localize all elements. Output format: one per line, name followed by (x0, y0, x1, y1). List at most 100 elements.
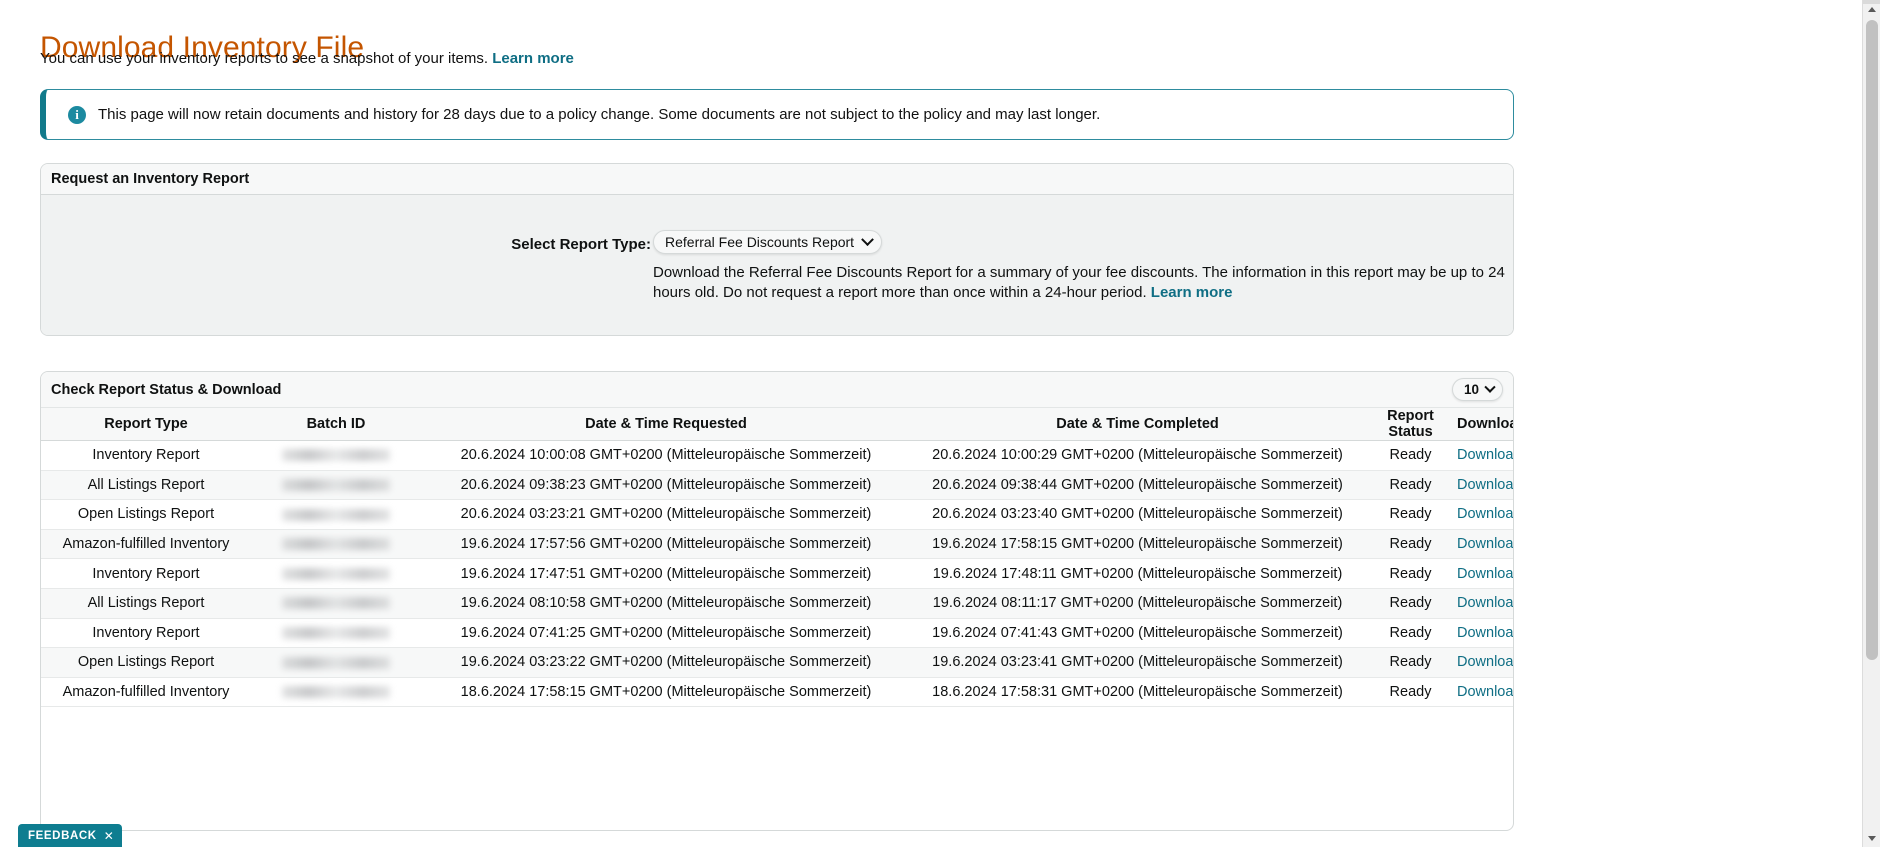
cell-download: Download (1457, 647, 1513, 678)
cell-report-type: All Listings Report (41, 470, 251, 501)
policy-info-banner: i This page will now retain documents an… (40, 89, 1514, 140)
cell-report-status: Ready (1364, 647, 1457, 678)
cell-date-completed: 19.6.2024 03:23:41 GMT+0200 (Mitteleurop… (911, 647, 1364, 678)
cell-date-completed: 19.6.2024 07:41:43 GMT+0200 (Mitteleurop… (911, 618, 1364, 649)
column-header-date-requested[interactable]: Date & Time Requested (421, 407, 911, 441)
download-link[interactable]: Download (1457, 477, 1513, 493)
column-header-download[interactable]: Download (1457, 407, 1513, 441)
table-row: Open Listings Report 19.6.2024 03:23:22 G… (41, 647, 1513, 678)
cell-batch-id (251, 588, 421, 619)
feedback-label: FEEDBACK (28, 829, 97, 842)
cell-date-requested: 19.6.2024 17:57:56 GMT+0200 (Mitteleurop… (421, 529, 911, 560)
cell-date-requested: 20.6.2024 10:00:08 GMT+0200 (Mitteleurop… (421, 440, 911, 471)
table-body: Inventory Report 20.6.2024 10:00:08 GMT+0… (41, 440, 1513, 708)
table-panel-header: Check Report Status & Download 10 (41, 372, 1513, 407)
cell-report-status: Ready (1364, 588, 1457, 619)
cell-download: Download (1457, 588, 1513, 619)
report-status-table: Report Type Batch ID Date & Time Request… (41, 407, 1513, 708)
cell-batch-id (251, 470, 421, 501)
page-scrollbar[interactable] (1862, 0, 1880, 847)
download-link[interactable]: Download (1457, 536, 1513, 552)
batch-id-redacted (282, 627, 390, 640)
batch-id-redacted (282, 656, 390, 669)
scroll-up-arrow-icon[interactable] (1863, 0, 1880, 18)
table-row: Amazon-fulfilled Inventory 19.6.2024 17:5… (41, 529, 1513, 560)
cell-report-type: Amazon-fulfilled Inventory (41, 677, 251, 708)
scrollbar-thumb[interactable] (1866, 20, 1878, 660)
cell-date-requested: 19.6.2024 08:10:58 GMT+0200 (Mitteleurop… (421, 588, 911, 619)
cell-date-requested: 19.6.2024 17:47:51 GMT+0200 (Mitteleurop… (421, 558, 911, 589)
request-inventory-report-panel: Request an Inventory Report Select Repor… (40, 163, 1514, 336)
cell-report-type: All Listings Report (41, 588, 251, 619)
cell-date-requested: 20.6.2024 03:23:21 GMT+0200 (Mitteleurop… (421, 499, 911, 530)
cell-download: Download (1457, 677, 1513, 708)
cell-date-completed: 20.6.2024 10:00:29 GMT+0200 (Mitteleurop… (911, 440, 1364, 471)
cell-report-type: Amazon-fulfilled Inventory (41, 529, 251, 560)
report-type-select[interactable]: Referral Fee Discounts Report (653, 230, 883, 254)
cell-report-status: Ready (1364, 440, 1457, 471)
cell-report-type: Inventory Report (41, 558, 251, 589)
policy-info-banner-text: This page will now retain documents and … (98, 106, 1101, 123)
cell-report-type: Inventory Report (41, 440, 251, 471)
download-link[interactable]: Download (1457, 506, 1513, 522)
page-content: Download Inventory File You can use your… (0, 0, 1862, 847)
cell-batch-id (251, 499, 421, 530)
cell-report-status: Ready (1364, 677, 1457, 708)
feedback-tab[interactable]: FEEDBACK ✕ (18, 824, 123, 847)
cell-batch-id (251, 558, 421, 589)
cell-batch-id (251, 677, 421, 708)
download-link[interactable]: Download (1457, 654, 1513, 670)
cell-batch-id (251, 618, 421, 649)
chevron-down-icon (861, 232, 874, 246)
request-panel-body: Select Report Type: Referral Fee Discoun… (41, 195, 1513, 335)
download-link[interactable]: Download (1457, 625, 1513, 641)
cell-report-status: Ready (1364, 529, 1457, 560)
cell-date-completed: 18.6.2024 17:58:31 GMT+0200 (Mitteleurop… (911, 677, 1364, 708)
cell-date-completed: 19.6.2024 17:48:11 GMT+0200 (Mitteleurop… (911, 558, 1364, 589)
column-header-report-type[interactable]: Report Type (41, 407, 251, 441)
table-panel-title: Check Report Status & Download (51, 381, 282, 398)
download-link[interactable]: Download (1457, 566, 1513, 582)
batch-id-redacted (282, 538, 390, 551)
learn-more-link-header[interactable]: Learn more (492, 50, 574, 67)
column-header-report-status[interactable]: Report Status (1364, 407, 1457, 441)
cell-date-completed: 20.6.2024 09:38:44 GMT+0200 (Mitteleurop… (911, 470, 1364, 501)
download-link[interactable]: Download (1457, 684, 1513, 700)
cell-batch-id (251, 440, 421, 471)
table-row: All Listings Report 20.6.2024 09:38:23 GM… (41, 470, 1513, 501)
cell-date-requested: 19.6.2024 03:23:22 GMT+0200 (Mitteleurop… (421, 647, 911, 678)
cell-report-status: Ready (1364, 618, 1457, 649)
batch-id-redacted (282, 597, 390, 610)
cell-download: Download (1457, 558, 1513, 589)
cell-date-completed: 19.6.2024 08:11:17 GMT+0200 (Mitteleurop… (911, 588, 1364, 619)
learn-more-link-report[interactable]: Learn more (1151, 284, 1233, 301)
table-row: All Listings Report 19.6.2024 08:10:58 GM… (41, 588, 1513, 619)
cell-report-type: Open Listings Report (41, 499, 251, 530)
batch-id-redacted (282, 567, 390, 580)
cell-date-requested: 20.6.2024 09:38:23 GMT+0200 (Mitteleurop… (421, 470, 911, 501)
cell-report-type: Open Listings Report (41, 647, 251, 678)
report-description-text: Download the Referral Fee Discounts Repo… (653, 264, 1505, 301)
table-row: Open Listings Report 20.6.2024 03:23:21 G… (41, 499, 1513, 530)
cell-date-completed: 20.6.2024 03:23:40 GMT+0200 (Mitteleurop… (911, 499, 1364, 530)
request-panel-header: Request an Inventory Report (41, 164, 1513, 195)
page-subtitle: You can use your inventory reports to se… (40, 50, 574, 67)
download-link[interactable]: Download (1457, 447, 1513, 463)
column-header-date-completed[interactable]: Date & Time Completed (911, 407, 1364, 441)
close-icon[interactable]: ✕ (104, 829, 115, 843)
batch-id-redacted (282, 686, 390, 699)
download-link[interactable]: Download (1457, 595, 1513, 611)
cell-batch-id (251, 529, 421, 560)
batch-id-redacted (282, 479, 390, 492)
scroll-down-arrow-icon[interactable] (1863, 829, 1880, 847)
table-row: Inventory Report 20.6.2024 10:00:08 GMT+0… (41, 440, 1513, 471)
cell-download: Download (1457, 529, 1513, 560)
request-panel-title: Request an Inventory Report (51, 171, 250, 187)
column-header-batch-id[interactable]: Batch ID (251, 407, 421, 441)
cell-report-status: Ready (1364, 558, 1457, 589)
table-row: Inventory Report 19.6.2024 07:41:25 GMT+0… (41, 618, 1513, 649)
chevron-down-icon (1484, 381, 1496, 393)
page-size-select[interactable]: 10 (1451, 378, 1503, 401)
page-subtitle-text: You can use your inventory reports to se… (40, 50, 489, 67)
cell-report-status: Ready (1364, 499, 1457, 530)
